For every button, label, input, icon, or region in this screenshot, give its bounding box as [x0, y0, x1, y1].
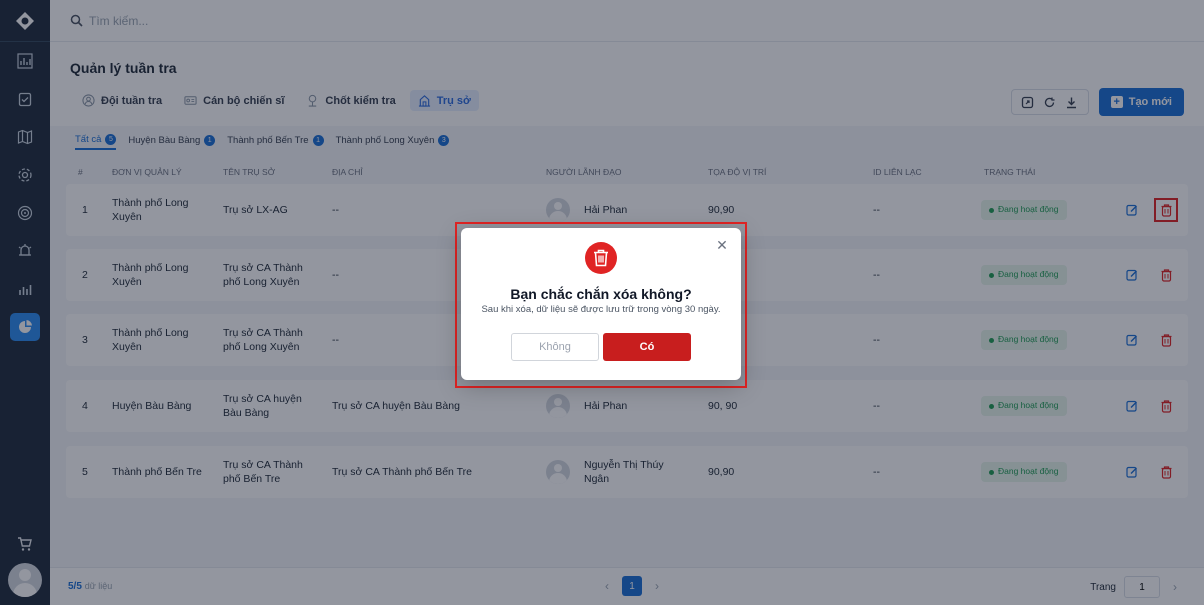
- cancel-button[interactable]: Không: [511, 333, 599, 361]
- confirm-delete-button[interactable]: Có: [603, 333, 691, 361]
- dialog-description: Sau khi xóa, dữ liệu sẽ được lưu trữ tro…: [481, 304, 721, 315]
- close-icon[interactable]: ✕: [715, 238, 729, 252]
- trash-icon: [585, 242, 617, 274]
- trash-glyph: [594, 249, 608, 267]
- delete-confirm-dialog: ✕ Bạn chắc chắn xóa không? Sau khi xóa, …: [461, 228, 741, 380]
- dialog-title: Bạn chắc chắn xóa không?: [510, 286, 692, 302]
